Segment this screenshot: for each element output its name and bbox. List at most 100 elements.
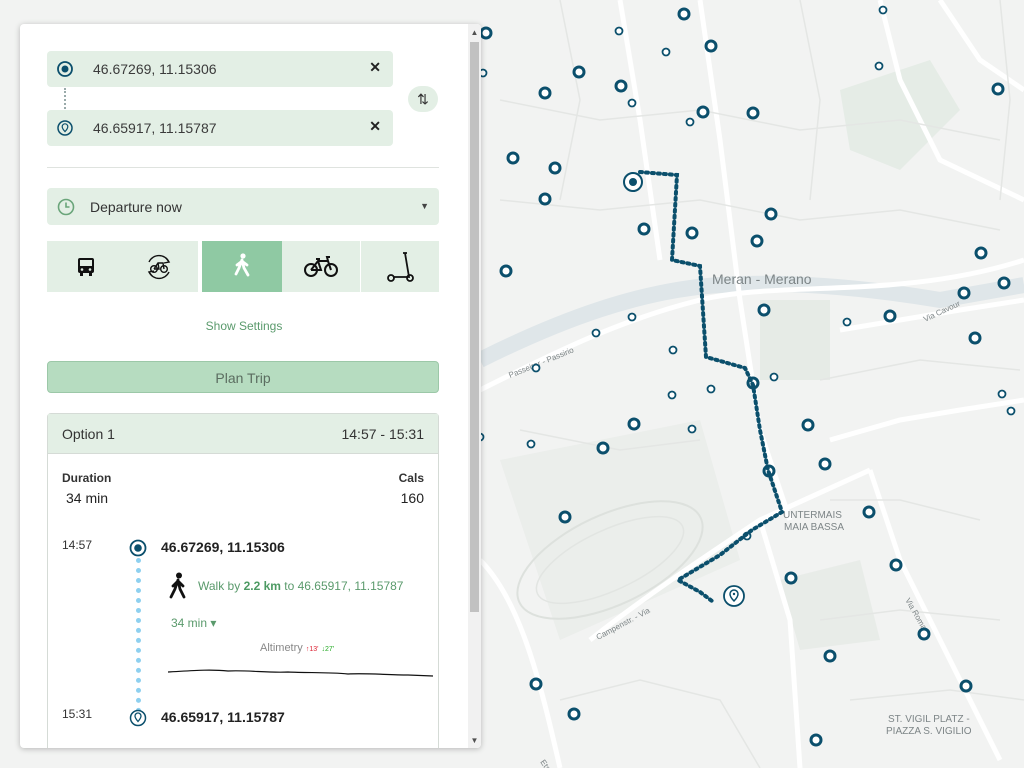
transit-stop-icon[interactable]	[878, 5, 888, 15]
transit-stop-icon[interactable]	[627, 98, 637, 108]
transit-stop-icon[interactable]	[997, 389, 1007, 399]
map-label-district: MAIA BASSA	[784, 522, 844, 533]
transit-stop-icon[interactable]	[677, 7, 691, 21]
transit-stop-icon[interactable]	[558, 510, 572, 524]
transit-stop-icon[interactable]	[784, 571, 798, 585]
departure-select[interactable]: Departure now ▼	[47, 188, 439, 225]
transit-stop-icon[interactable]	[883, 309, 897, 323]
transit-stop-icon[interactable]	[968, 331, 982, 345]
transit-stop-icon[interactable]	[685, 117, 695, 127]
transit-stop-icon[interactable]	[809, 733, 823, 747]
transit-stop-icon[interactable]	[668, 345, 678, 355]
timeline-line	[136, 558, 141, 723]
end-time: 15:31	[62, 707, 93, 721]
mode-bus[interactable]	[47, 241, 125, 292]
transit-stop-icon[interactable]	[957, 286, 971, 300]
transit-stop-icon[interactable]	[529, 677, 543, 691]
start-time: 14:57	[62, 538, 93, 552]
show-settings-link[interactable]: Show Settings	[20, 319, 468, 333]
trip-option-card[interactable]: Option 1 14:57 - 15:31 Duration 34 min C…	[47, 413, 439, 748]
transit-stop-icon[interactable]	[479, 26, 493, 40]
transit-stop-icon[interactable]	[959, 679, 973, 693]
transit-stop-icon[interactable]	[685, 226, 699, 240]
transit-stop-icon[interactable]	[567, 707, 581, 721]
map-label-square: PIAZZA S. VIGILIO	[886, 726, 972, 737]
walk-duration-toggle[interactable]: 34 min ▾	[171, 616, 216, 630]
transit-stop-icon[interactable]	[627, 417, 641, 431]
mode-scooter[interactable]	[361, 241, 439, 292]
transit-stop-icon[interactable]	[750, 234, 764, 248]
origin-field[interactable]: 46.67269, 11.15306 ✕	[47, 51, 393, 87]
transit-stop-icon[interactable]	[499, 264, 513, 278]
transit-stop-icon[interactable]	[997, 276, 1011, 290]
divider	[47, 167, 439, 168]
option-time-range: 14:57 - 15:31	[341, 426, 424, 442]
origin-value[interactable]: 46.67269, 11.15306	[93, 61, 217, 77]
map-label-city: Meran - Merano	[712, 271, 812, 287]
transit-stop-icon[interactable]	[704, 39, 718, 53]
transit-stop-icon[interactable]	[538, 86, 552, 100]
transit-stop-icon[interactable]	[661, 47, 671, 57]
mode-walk[interactable]	[202, 241, 282, 292]
transit-stop-icon[interactable]	[746, 106, 760, 120]
transit-stop-icon[interactable]	[823, 649, 837, 663]
mode-bike[interactable]	[282, 241, 360, 292]
cals-label: Cals	[398, 471, 424, 485]
clock-icon	[57, 198, 75, 216]
departure-label: Departure now	[90, 199, 182, 215]
close-icon[interactable]: ✕	[369, 59, 381, 76]
start-coordinate: 46.67269, 11.15306	[161, 539, 285, 555]
transit-stop-icon[interactable]	[614, 79, 628, 93]
bike-sharing-icon	[147, 254, 171, 279]
transit-stop-icon[interactable]	[769, 372, 779, 382]
walking-icon	[234, 252, 250, 276]
destination-marker-icon[interactable]	[723, 585, 745, 607]
transit-stop-icon[interactable]	[917, 627, 931, 641]
transit-stop-icon[interactable]	[596, 441, 610, 455]
chevron-down-icon: ▼	[420, 201, 429, 211]
option-header[interactable]: Option 1 14:57 - 15:31	[48, 414, 438, 454]
transit-stop-icon[interactable]	[538, 192, 552, 206]
transit-stop-icon[interactable]	[637, 222, 651, 236]
transit-stop-icon[interactable]	[627, 312, 637, 322]
transit-stop-icon[interactable]	[696, 105, 710, 119]
transit-stop-icon[interactable]	[506, 151, 520, 165]
transit-stop-icon[interactable]	[874, 61, 884, 71]
mode-bike-sharing[interactable]	[120, 241, 198, 292]
transit-stop-icon[interactable]	[526, 439, 536, 449]
transit-stop-icon[interactable]	[614, 26, 624, 36]
transit-stop-icon[interactable]	[531, 363, 541, 373]
duration-value: 34 min	[66, 490, 109, 506]
close-icon[interactable]: ✕	[369, 118, 381, 135]
transit-stop-icon[interactable]	[818, 457, 832, 471]
transit-stop-icon[interactable]	[1006, 406, 1016, 416]
transit-stop-icon[interactable]	[974, 246, 988, 260]
destination-field[interactable]: 46.65917, 11.15787 ✕	[47, 110, 393, 146]
origin-marker-icon[interactable]	[623, 172, 643, 192]
origin-target-icon	[129, 539, 147, 557]
transit-stop-icon[interactable]	[591, 328, 601, 338]
transit-stop-icon[interactable]	[706, 384, 716, 394]
plan-trip-button[interactable]: Plan Trip	[47, 361, 439, 393]
scrollbar[interactable]: ▲ ▼	[468, 24, 481, 748]
transit-stop-icon[interactable]	[687, 424, 697, 434]
caret-down-icon: ▾	[210, 616, 217, 630]
transit-stop-icon[interactable]	[842, 317, 852, 327]
origin-target-icon	[57, 61, 73, 77]
destination-value[interactable]: 46.65917, 11.15787	[93, 120, 217, 136]
transit-stop-icon[interactable]	[801, 418, 815, 432]
panel-content[interactable]: 46.67269, 11.15306 ✕ 46.65917, 11.15787 …	[20, 24, 468, 748]
map-label-district: UNTERMAIS	[783, 510, 842, 521]
transit-stop-icon[interactable]	[889, 558, 903, 572]
scroll-down-icon[interactable]: ▼	[468, 734, 481, 748]
transit-stop-icon[interactable]	[991, 82, 1005, 96]
transit-stop-icon[interactable]	[757, 303, 771, 317]
scroll-up-icon[interactable]: ▲	[468, 26, 481, 40]
swap-vertical-icon[interactable]: ⇅	[408, 86, 438, 112]
transit-stop-icon[interactable]	[862, 505, 876, 519]
scrollbar-thumb[interactable]	[470, 42, 479, 612]
transit-stop-icon[interactable]	[667, 390, 677, 400]
transit-stop-icon[interactable]	[764, 207, 778, 221]
transit-stop-icon[interactable]	[572, 65, 586, 79]
transit-stop-icon[interactable]	[548, 161, 562, 175]
